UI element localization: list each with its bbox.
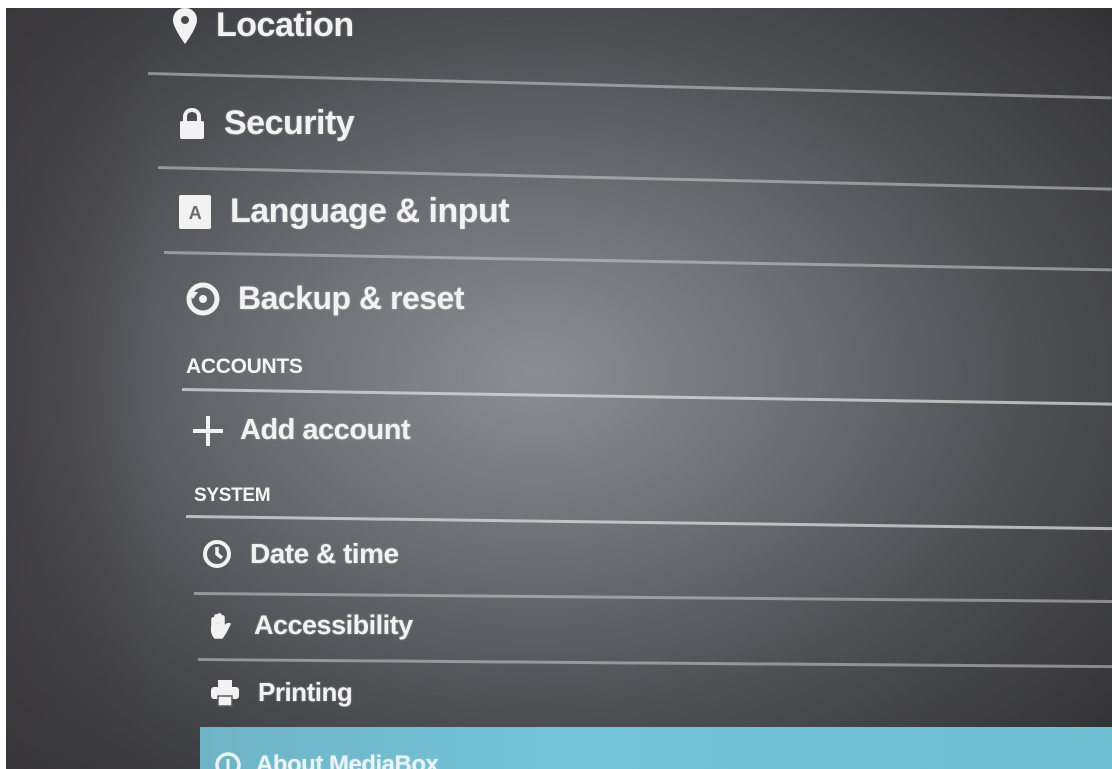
plus-icon <box>192 415 224 447</box>
device-screen: Location Security A Language & input Bac… <box>6 8 1112 769</box>
divider <box>147 72 1112 100</box>
settings-list: Location Security A Language & input Bac… <box>6 8 1112 769</box>
hand-icon <box>206 611 236 641</box>
settings-item-label: Backup & reset <box>238 280 464 316</box>
settings-item-printing[interactable]: Printing <box>210 677 353 708</box>
settings-item-security[interactable]: Security <box>178 104 355 143</box>
printer-icon <box>210 679 240 707</box>
divider <box>157 166 1112 191</box>
settings-item-language-input[interactable]: A Language & input <box>178 192 510 231</box>
divider <box>197 658 1112 669</box>
section-divider <box>181 388 1112 406</box>
settings-item-label: About MediaBox <box>256 751 439 769</box>
section-header-accounts: ACCOUNTS <box>186 355 303 378</box>
svg-text:A: A <box>189 203 202 223</box>
settings-item-label: Add account <box>240 414 411 446</box>
location-pin-icon <box>172 8 198 45</box>
keyboard-language-icon: A <box>178 194 212 230</box>
settings-item-label: Location <box>216 8 354 44</box>
divider <box>163 251 1112 272</box>
section-header-system: SYSTEM <box>194 485 271 506</box>
info-icon <box>214 751 242 769</box>
settings-item-label: Security <box>224 104 355 142</box>
settings-item-label: Accessibility <box>254 610 413 640</box>
settings-item-backup-reset[interactable]: Backup & reset <box>186 280 464 317</box>
settings-item-accessibility[interactable]: Accessibility <box>206 610 413 641</box>
clock-icon <box>202 539 232 569</box>
backup-restore-icon <box>186 282 220 316</box>
lock-icon <box>178 107 206 140</box>
settings-item-label: Date & time <box>250 538 399 569</box>
divider <box>193 592 1112 604</box>
settings-item-label: Language & input <box>230 192 510 230</box>
selected-row-highlight[interactable]: About MediaBox <box>200 727 1112 769</box>
settings-item-about-mediabox[interactable]: About MediaBox <box>214 751 439 769</box>
settings-item-add-account[interactable]: Add account <box>192 414 411 447</box>
settings-item-label: Printing <box>258 677 353 707</box>
settings-item-date-time[interactable]: Date & time <box>202 538 399 570</box>
section-divider <box>185 515 1112 531</box>
settings-item-location[interactable]: Location <box>172 8 354 45</box>
